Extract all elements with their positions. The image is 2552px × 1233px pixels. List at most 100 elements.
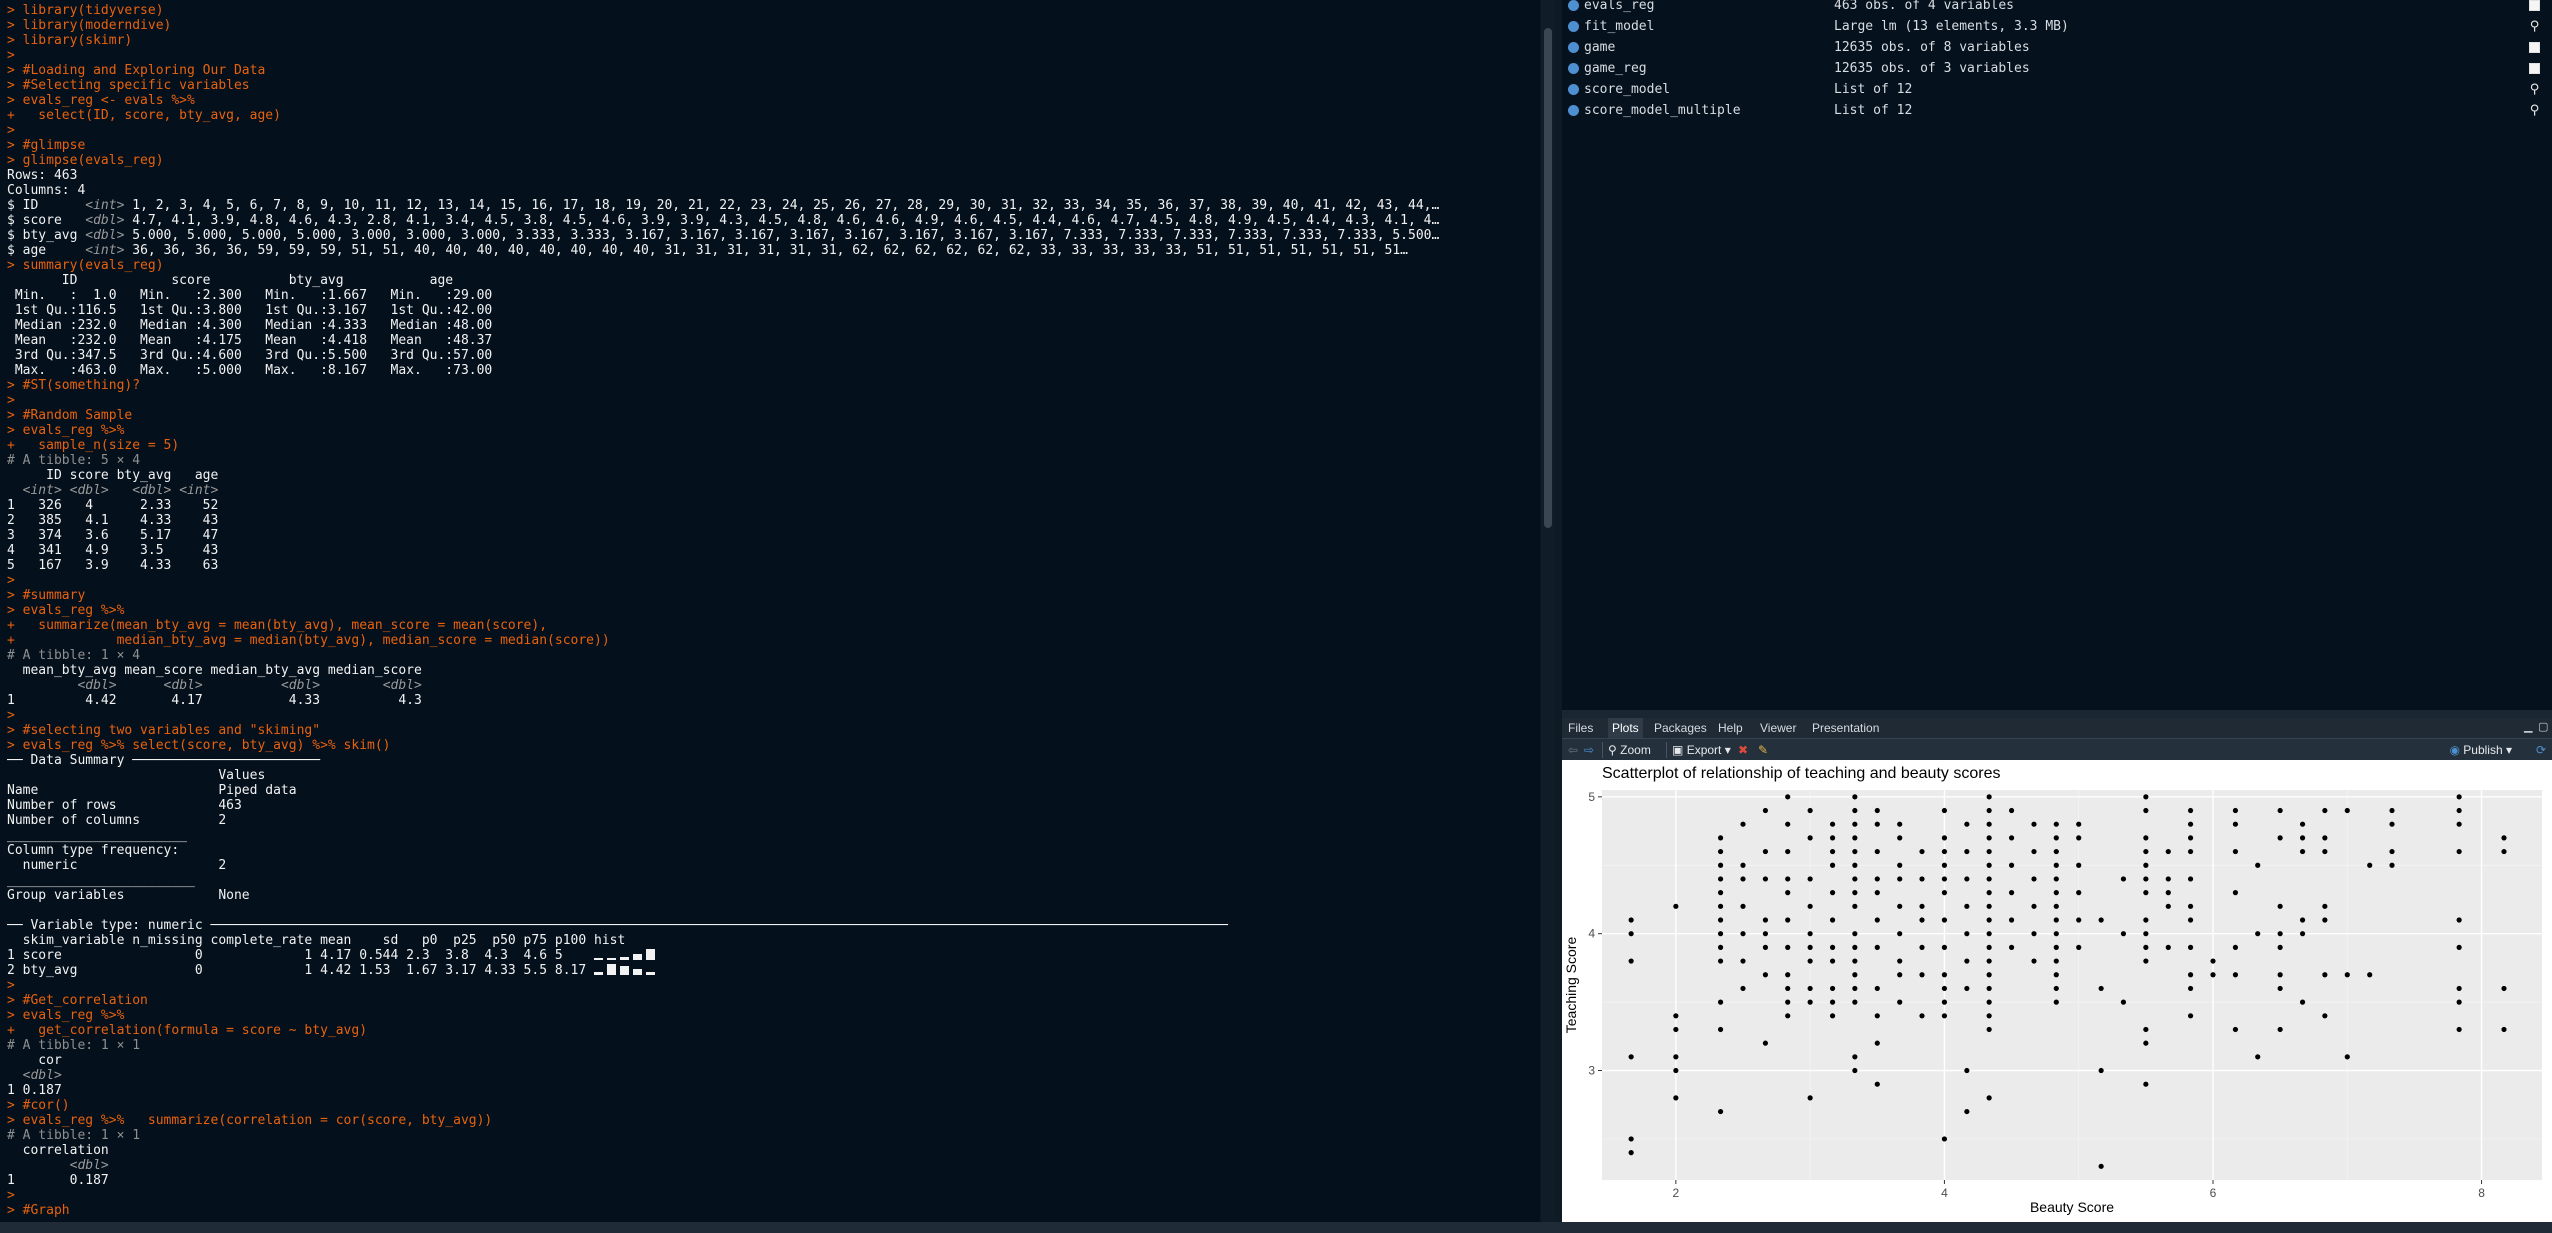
data-point <box>1829 944 1836 950</box>
data-point <box>2501 1026 2507 1033</box>
data-point <box>2322 1013 2328 1019</box>
data-point <box>1717 876 1724 882</box>
data-point <box>1941 944 1948 950</box>
data-point <box>2187 1013 2194 1019</box>
env-object-name: score_model <box>1584 82 1671 97</box>
pane-splitter[interactable] <box>1562 710 2552 718</box>
table-icon[interactable] <box>2529 63 2540 74</box>
clear-plots-broom-icon[interactable]: ✎ <box>1758 742 1768 758</box>
console-input-line: + median_bty_avg = median(bty_avg), medi… <box>7 633 610 648</box>
console-output-line: 5 167 3.9 4.33 63 <box>7 558 219 573</box>
export-image-icon: ▣ <box>1672 743 1684 757</box>
console-output-line: 1 0.187 <box>7 1173 109 1188</box>
data-point <box>1852 958 1858 964</box>
data-point <box>1986 944 1992 950</box>
export-button[interactable]: ▣ Export ▾ <box>1672 742 1731 758</box>
data-point <box>1740 862 1746 868</box>
data-point <box>2143 1026 2149 1033</box>
env-row-game[interactable]: game 12635 obs. of 8 variables <box>1562 37 2552 58</box>
console-output-line: Column type frequency: <box>7 843 297 858</box>
env-row-game-reg[interactable]: game_reg 12635 obs. of 3 variables <box>1562 58 2552 79</box>
tab-presentation[interactable]: Presentation <box>1812 718 1879 738</box>
data-point <box>1874 1081 1880 1087</box>
data-point <box>1874 876 1880 882</box>
tab-viewer[interactable]: Viewer <box>1760 718 1796 738</box>
data-point <box>1740 931 1746 937</box>
minimize-pane-icon[interactable]: ▁ <box>2524 721 2534 732</box>
data-point <box>2053 835 2059 841</box>
console-output-line: numeric 2 <box>7 858 297 873</box>
data-point <box>1829 1013 1836 1019</box>
data-point <box>1829 985 1836 992</box>
data-point <box>2299 821 2306 827</box>
data-point <box>1785 794 1791 800</box>
pane-divider[interactable] <box>1555 0 1562 1222</box>
table-icon[interactable] <box>2529 42 2540 53</box>
data-point <box>2053 848 2059 855</box>
data-point <box>1852 1054 1858 1060</box>
data-point <box>1941 890 1948 896</box>
magnifier-icon[interactable]: ⚲ <box>2529 104 2540 117</box>
tab-plots[interactable]: Plots <box>1608 718 1643 738</box>
data-point <box>1628 958 1634 964</box>
data-point <box>2299 931 2306 937</box>
env-row-score-model[interactable]: score_model List of 12 ⚲ <box>1562 79 2552 100</box>
data-point <box>2299 835 2306 841</box>
data-point <box>2076 835 2082 841</box>
data-point <box>1986 931 1992 937</box>
publish-button[interactable]: ◉ Publish ▾ <box>2449 742 2512 758</box>
console-output-line: <dbl> <dbl> <dbl> <dbl> <box>77 678 422 693</box>
refresh-icon[interactable]: ⟳ <box>2536 742 2546 758</box>
data-point <box>1740 985 1746 992</box>
console-scroll-thumb[interactable] <box>1544 28 1552 528</box>
data-point <box>1785 944 1791 950</box>
forward-arrow-icon[interactable]: ⇨ <box>1584 742 1594 758</box>
console-comment-line: # A tibble: 1 × 1 <box>7 1128 141 1143</box>
env-row-evals-reg[interactable]: evals_reg 463 obs. of 4 variables <box>1562 0 2552 16</box>
console-input-line: > evals_reg %>% summarize(correlation = … <box>7 1113 493 1128</box>
data-point <box>2501 835 2507 841</box>
data-point <box>2143 958 2149 964</box>
console-output-line: Columns: 4 <box>7 183 86 198</box>
data-point <box>1762 807 1769 814</box>
data-point <box>1829 862 1836 868</box>
magnifier-icon[interactable]: ⚲ <box>2529 83 2540 96</box>
tab-files[interactable]: Files <box>1568 718 1593 738</box>
console-input-line: > #glimpse <box>7 138 86 153</box>
data-point <box>1673 1013 1679 1019</box>
zoom-button[interactable]: ⚲ Zoom <box>1608 742 1651 758</box>
tab-packages[interactable]: Packages <box>1654 718 1707 738</box>
env-object-value: 463 obs. of 4 variables <box>1834 0 2015 13</box>
env-object-value: Large lm (13 elements, 3.3 MB) <box>1834 19 2069 34</box>
data-point <box>1717 1026 1724 1033</box>
data-point <box>1762 848 1769 855</box>
remove-plot-icon[interactable]: ✖ <box>1738 742 1748 758</box>
magnifier-icon[interactable]: ⚲ <box>2529 20 2540 33</box>
data-point <box>1919 1013 1925 1019</box>
data-point <box>2187 972 2194 978</box>
console-input-line: > <box>7 393 15 408</box>
tab-help[interactable]: Help <box>1718 718 1743 738</box>
data-point <box>1852 999 1858 1005</box>
console-pane[interactable]: > library(tidyverse) > library(moderndive… <box>0 0 1540 1222</box>
data-point <box>2277 944 2283 950</box>
data-point <box>1852 931 1858 937</box>
data-point <box>2143 835 2149 841</box>
maximize-pane-icon[interactable]: ▢ <box>2538 721 2548 732</box>
data-point <box>1941 876 1948 882</box>
chart-title: Scatterplot of relationship of teaching … <box>1602 765 2000 782</box>
env-row-score-model-multiple[interactable]: score_model_multiple List of 12 ⚲ <box>1562 100 2552 121</box>
back-arrow-icon[interactable]: ⇦ <box>1568 742 1578 758</box>
data-point <box>1740 821 1746 827</box>
y-tick-label: 4 <box>1588 927 1595 941</box>
data-point <box>1986 876 1992 882</box>
table-icon[interactable] <box>2529 0 2540 11</box>
env-row-fit-model[interactable]: fit_model Large lm (13 elements, 3.3 MB) ⚲ <box>1562 16 2552 37</box>
data-point <box>2076 944 2082 950</box>
data-point <box>2143 848 2149 855</box>
data-point <box>1785 821 1791 827</box>
data-point <box>2143 807 2149 814</box>
env-object-name: game <box>1584 40 1616 55</box>
console-scrollbar[interactable] <box>1541 0 1555 1222</box>
data-point <box>2053 821 2059 827</box>
